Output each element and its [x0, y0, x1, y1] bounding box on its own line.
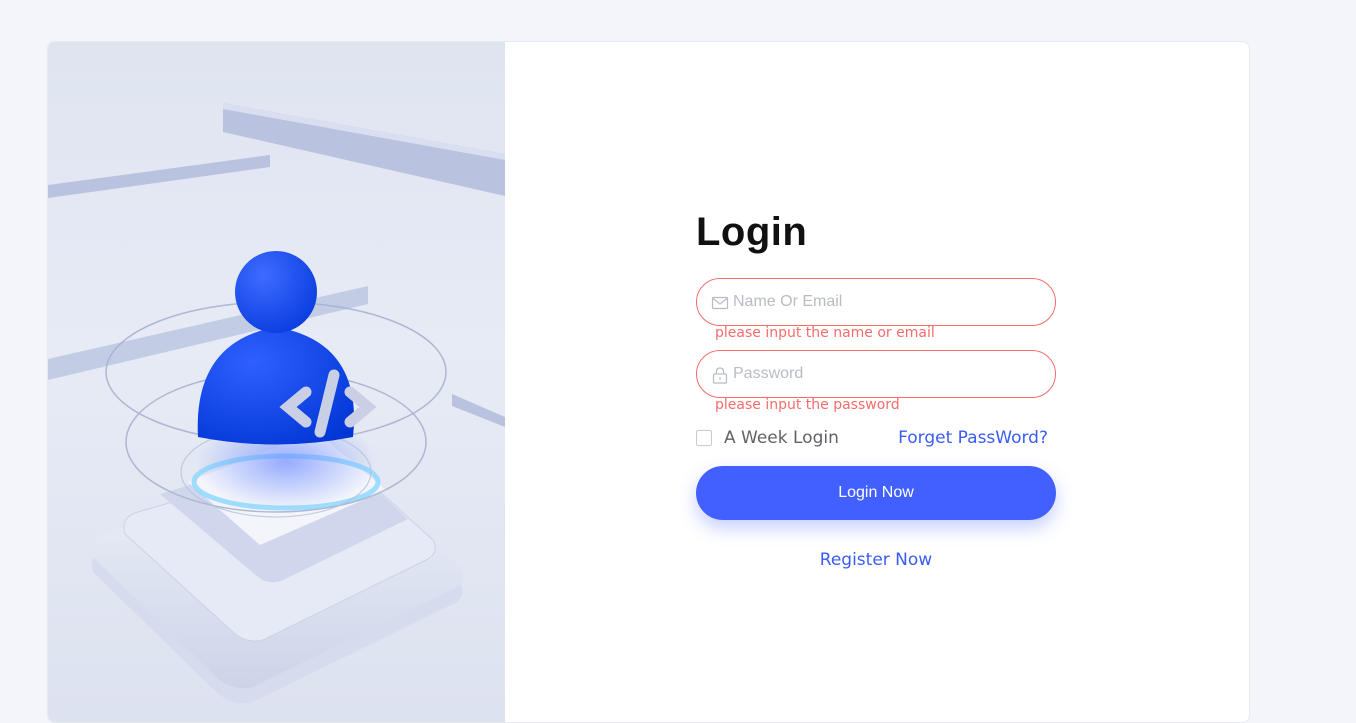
login-card: Login please input the name or email ple…	[47, 41, 1250, 723]
password-field[interactable]	[696, 350, 1056, 398]
name-error-message: please input the name or email	[715, 325, 935, 341]
week-login-checkbox[interactable]	[696, 430, 712, 446]
forget-password-link[interactable]: Forget PassWord?	[898, 426, 1048, 450]
mail-icon	[711, 296, 729, 310]
remember-row: A Week Login Forget PassWord?	[696, 426, 1056, 450]
login-illustration	[48, 42, 505, 722]
lock-icon	[712, 367, 728, 384]
name-or-email-input[interactable]	[733, 279, 1033, 325]
password-error-message: please input the password	[715, 397, 900, 413]
login-form: Login please input the name or email ple…	[696, 206, 1056, 572]
week-login-label[interactable]: A Week Login	[724, 426, 839, 450]
page-title: Login	[696, 210, 808, 254]
password-input[interactable]	[733, 351, 1033, 397]
name-or-email-field[interactable]	[696, 278, 1056, 326]
register-now-link[interactable]: Register Now	[696, 548, 1056, 572]
login-now-button[interactable]: Login Now	[696, 466, 1056, 520]
